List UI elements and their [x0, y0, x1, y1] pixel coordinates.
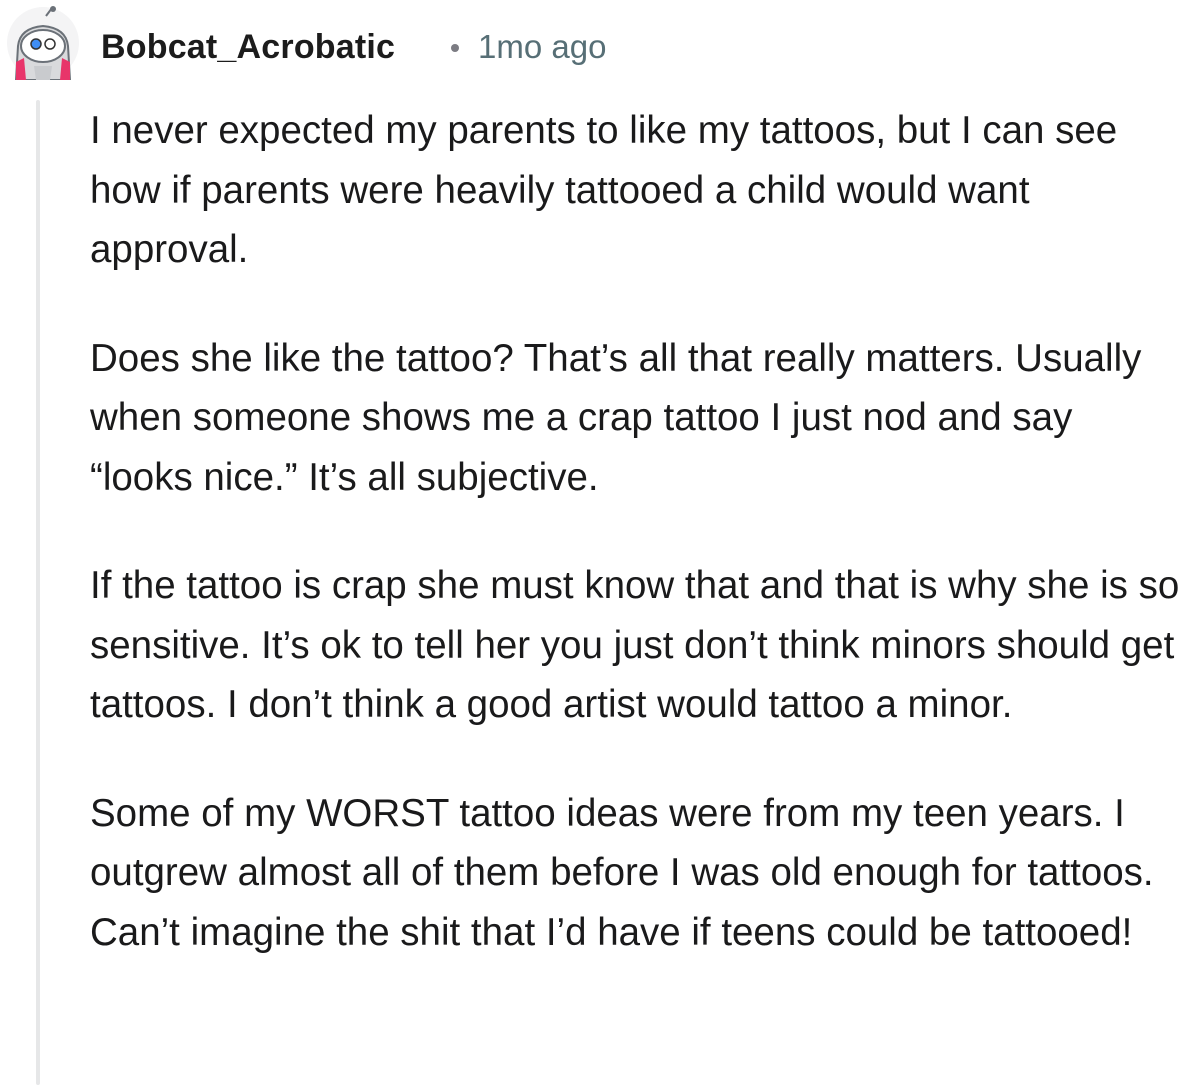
- comment: Bobcat_Acrobatic 1mo ago I never expecte…: [0, 0, 1189, 1085]
- comment-body: I never expected my parents to like my t…: [90, 101, 1185, 962]
- timestamp[interactable]: 1mo ago: [478, 24, 606, 70]
- comment-paragraph: Does she like the tattoo? That’s all tha…: [90, 336, 1142, 499]
- separator-dot: [451, 44, 459, 52]
- comment-paragraph: If the tattoo is crap she must know that…: [90, 564, 1180, 726]
- username-link[interactable]: Bobcat_Acrobatic: [101, 24, 395, 70]
- comment-paragraph: Some of my WORST tattoo ideas were from …: [90, 791, 1154, 954]
- snoo-avatar-icon: [7, 6, 79, 81]
- thread-line[interactable]: [36, 100, 40, 1085]
- comment-paragraph: I never expected my parents to like my t…: [90, 109, 1118, 271]
- avatar[interactable]: [6, 6, 80, 81]
